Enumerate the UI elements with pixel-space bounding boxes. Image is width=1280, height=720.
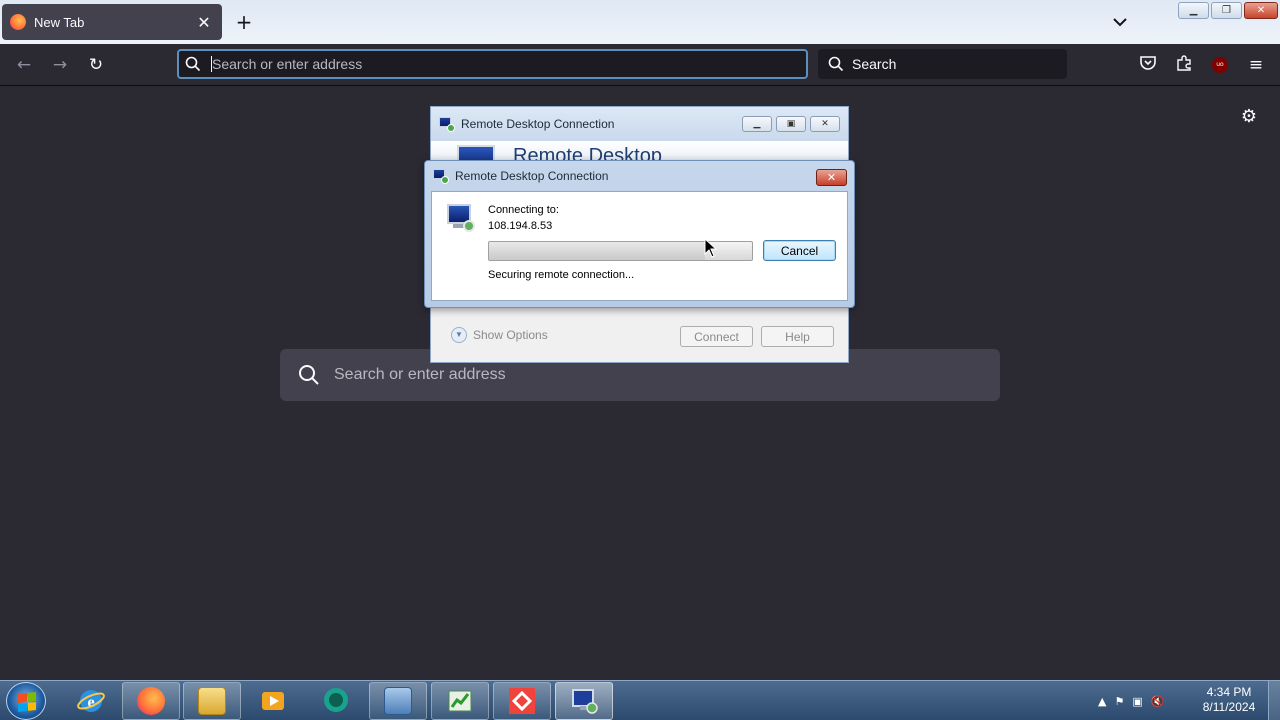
control-panel-taskbar-icon[interactable] [369,682,427,720]
search-input-placeholder[interactable]: Search [852,56,896,72]
network-icon[interactable]: ▣ [1132,695,1142,708]
chevron-down-icon: ▼ [451,327,467,343]
dialog-titlebar[interactable]: Remote Desktop Connection [425,161,854,191]
remote-desktop-taskbar-icon[interactable] [555,682,613,720]
search-bar[interactable]: Search [818,49,1067,79]
anydesk-taskbar-icon[interactable] [493,682,551,720]
connect-button[interactable]: Connect [680,326,753,347]
volume-muted-icon[interactable]: 🔇 [1151,695,1165,708]
settings-gear-icon[interactable]: ⚙ [1238,106,1260,128]
remote-address: 108.194.8.53 [488,220,553,232]
help-button[interactable]: Help [761,326,834,347]
close-tab-icon[interactable]: ✕ [194,13,214,32]
extensions-puzzle-icon[interactable] [1173,54,1195,76]
window-controls: ▁ ❐ ✕ [1178,2,1278,19]
media-player-taskbar-icon[interactable] [244,682,302,720]
clock-date: 8/11/2024 [1202,700,1256,714]
connecting-dialog: Remote Desktop Connection ✕ Connecting t… [424,160,855,308]
list-all-tabs-chevron-icon[interactable] [1108,10,1132,34]
menu-hamburger-icon[interactable]: ≡ [1245,54,1267,76]
dialog-body: Connecting to: 108.194.8.53 Cancel Secur… [431,191,848,301]
tab-new-tab[interactable]: New Tab ✕ [2,4,222,40]
pocket-icon[interactable] [1137,54,1159,76]
internet-explorer-taskbar-icon[interactable]: e [62,682,120,720]
rd-restore-button[interactable]: ▣ [776,116,806,132]
connecting-to-label: Connecting to: [488,204,559,216]
remote-desktop-icon [433,168,449,184]
newtab-search-placeholder[interactable]: Search or enter address [334,366,506,384]
search-icon [185,56,201,72]
remote-desktop-icon [439,116,455,132]
show-desktop-button[interactable] [1268,681,1280,720]
forward-arrow-icon[interactable]: → [49,54,71,76]
url-bar[interactable]: Search or enter address [177,49,808,79]
show-hidden-icons-arrow-icon[interactable]: ▲ [1098,695,1106,708]
dialog-title: Remote Desktop Connection [455,169,609,183]
windows-logo-icon [18,692,36,712]
back-arrow-icon[interactable]: ← [13,54,35,76]
chart-app-taskbar-icon[interactable] [431,682,489,720]
firefox-icon [10,14,26,30]
ublock-origin-icon[interactable]: uo [1212,57,1228,73]
cancel-button[interactable]: Cancel [763,240,836,261]
rd-close-button[interactable]: ✕ [810,116,840,132]
file-explorer-taskbar-icon[interactable] [183,682,241,720]
rd-minimize-button[interactable]: ▁ [742,116,772,132]
firefox-taskbar-icon[interactable] [122,682,180,720]
dialog-close-button[interactable]: ✕ [816,169,847,186]
show-options-toggle[interactable]: ▼ Show Options [451,327,548,343]
restore-window-button[interactable]: ❐ [1211,2,1242,19]
system-clock[interactable]: 4:34 PM 8/11/2024 [1196,685,1262,715]
navigation-toolbar: ← → ↻ Search or enter address Search uo … [0,44,1280,86]
chat-app-taskbar-icon[interactable] [307,682,365,720]
reload-icon[interactable]: ↻ [85,54,107,76]
close-window-button[interactable]: ✕ [1244,2,1278,19]
new-tab-plus-icon[interactable]: + [232,10,256,34]
url-input-placeholder[interactable]: Search or enter address [212,56,362,72]
mouse-pointer-icon [704,238,718,258]
show-options-label: Show Options [473,328,548,342]
progress-fill [489,242,705,260]
rd-footer: ▼ Show Options Connect Help [431,307,848,362]
tab-title: New Tab [34,14,85,30]
rd-main-window-controls: ▁ ▣ ✕ [742,116,840,132]
search-icon [828,56,844,72]
minimize-window-button[interactable]: ▁ [1178,2,1209,19]
connection-status: Securing remote connection... [488,269,635,281]
tab-strip: New Tab ✕ + ▁ ❐ ✕ [0,0,1280,44]
start-button[interactable] [6,682,46,720]
action-center-flag-icon[interactable]: ⚑ [1114,695,1124,708]
clock-time: 4:34 PM [1206,685,1252,699]
remote-desktop-computer-icon [445,204,475,234]
rd-main-title: Remote Desktop Connection [461,117,615,131]
windows-taskbar: e ▲ ⚑ ▣ 🔇 4:34 PM 8/11/2024 [0,680,1280,720]
search-icon [299,365,319,385]
system-tray: ▲ ⚑ ▣ 🔇 [1098,681,1164,720]
